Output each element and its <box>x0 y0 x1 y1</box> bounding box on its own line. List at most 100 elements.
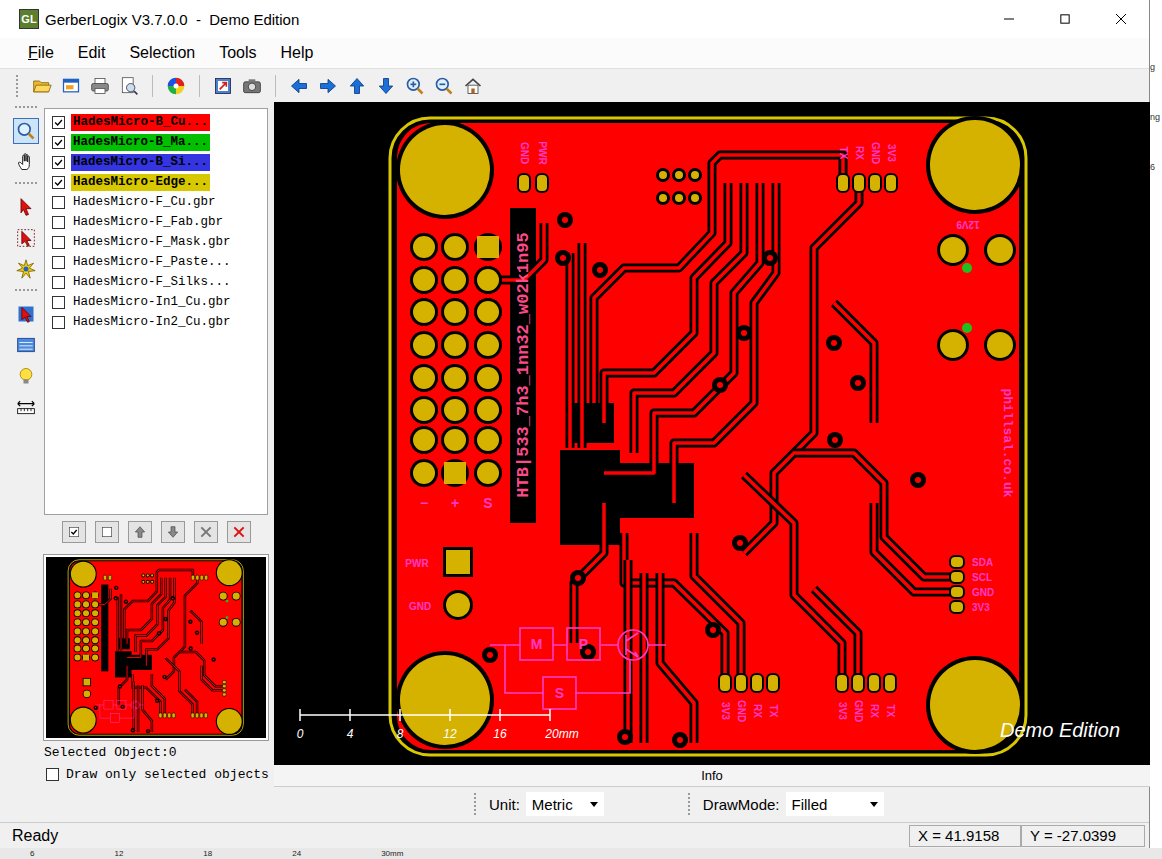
header-pad <box>413 334 435 356</box>
tool-button[interactable] <box>13 256 39 282</box>
tool-strip-handle[interactable] <box>15 182 37 187</box>
layer-button[interactable] <box>194 521 218 543</box>
options-handle[interactable] <box>688 793 693 815</box>
window-title: GerberLogix V3.7.0.0 - Demo Edition <box>45 11 299 28</box>
layer-row[interactable]: HadesMicro-F_Paste... <box>52 252 267 272</box>
tool-button[interactable] <box>13 394 39 420</box>
layer-row[interactable]: HadesMicro-F_Fab.gbr <box>52 212 267 232</box>
logic-block-label: M <box>531 636 543 652</box>
tool-button[interactable] <box>13 332 39 358</box>
layer-row[interactable]: HadesMicro-B_Cu... <box>52 112 267 132</box>
toolbar-button[interactable] <box>88 74 112 98</box>
connector-label: TX <box>885 705 896 718</box>
uncheckall-icon <box>99 524 115 540</box>
background-text: 6 <box>1150 162 1162 172</box>
menu-item[interactable]: File <box>28 44 54 62</box>
toolbar-button[interactable] <box>461 74 485 98</box>
layer-row[interactable]: HadesMicro-F_Silks... <box>52 272 267 292</box>
layer-checkbox[interactable] <box>52 236 65 249</box>
layer-checkbox[interactable] <box>52 156 65 169</box>
tool-button[interactable] <box>13 118 39 144</box>
toolbar-button[interactable] <box>316 74 340 98</box>
layer-row[interactable]: HadesMicro-F_Mask.gbr <box>52 232 267 252</box>
gerber-canvas[interactable]: MPSHTB|533_7h3_1nn32_w02k1n95phillsal.co… <box>274 102 1150 765</box>
menu-item[interactable]: Tools <box>219 44 256 62</box>
layer-button[interactable] <box>62 521 86 543</box>
toolbar-button[interactable] <box>240 74 264 98</box>
layer-button[interactable] <box>161 521 185 543</box>
unit-label: Unit: <box>489 796 520 813</box>
layer-checkbox[interactable] <box>52 256 65 269</box>
header-pad <box>92 601 98 607</box>
scale-label: 0 <box>297 727 304 741</box>
maximize-button[interactable] <box>1037 0 1093 38</box>
connector-label: GND <box>519 142 530 164</box>
menu-item[interactable]: Help <box>281 44 314 62</box>
layer-button[interactable] <box>227 521 251 543</box>
toolbar-button[interactable] <box>432 74 456 98</box>
checkall-icon <box>66 524 82 540</box>
layer-buttons <box>44 515 268 549</box>
background-text: g <box>1150 62 1162 72</box>
tool-button[interactable] <box>13 194 39 220</box>
via <box>189 646 193 650</box>
drawmode-select[interactable]: Filled <box>786 792 884 816</box>
layer-row[interactable]: HadesMicro-In2_Cu.gbr <box>52 312 267 332</box>
tool-button[interactable] <box>13 149 39 175</box>
toolbar-button[interactable] <box>374 74 398 98</box>
layer-checkbox[interactable] <box>52 116 65 129</box>
menu-item[interactable]: Edit <box>78 44 106 62</box>
layer-row[interactable]: HadesMicro-B_Ma... <box>52 132 267 152</box>
layer-button[interactable] <box>128 521 152 543</box>
layer-checkbox[interactable] <box>52 276 65 289</box>
toolbar-button[interactable] <box>30 74 54 98</box>
layer-checkbox[interactable] <box>52 196 65 209</box>
layer-checkbox[interactable] <box>52 136 65 149</box>
minimize-button[interactable] <box>981 0 1037 38</box>
layer-name: HadesMicro-B_Cu... <box>71 114 210 131</box>
draw-only-selected[interactable]: Draw only selected objects <box>44 767 268 782</box>
ruler-label: 6 <box>30 849 34 858</box>
unit-select[interactable]: Metric <box>526 792 604 816</box>
via <box>826 335 842 351</box>
highlight-icon <box>16 259 36 279</box>
tool-button[interactable] <box>13 363 39 389</box>
toolbar-handle[interactable] <box>16 75 21 97</box>
overview-thumbnail[interactable] <box>44 555 268 740</box>
toolbar-button[interactable] <box>164 74 188 98</box>
layer-checkbox[interactable] <box>52 176 65 189</box>
layer-row[interactable]: HadesMicro-B_Si... <box>52 152 267 172</box>
layer-row[interactable]: HadesMicro-F_Cu.gbr <box>52 192 267 212</box>
layer-row[interactable]: HadesMicro-Edge... <box>52 172 267 192</box>
connector-pad <box>222 689 226 692</box>
y-coordinate: Y = -27.0399 <box>1021 825 1145 847</box>
toolbar-button[interactable] <box>403 74 427 98</box>
layer-row[interactable]: HadesMicro-In1_Cu.gbr <box>52 292 267 312</box>
workspace: HadesMicro-B_Cu... HadesMicro-B_Ma... Ha… <box>0 102 1149 822</box>
draw-only-checkbox[interactable] <box>46 768 59 781</box>
toolbar-button[interactable] <box>117 74 141 98</box>
scale-label: 20mm <box>544 727 578 741</box>
toolbar-button[interactable] <box>287 74 311 98</box>
menu-item[interactable]: Selection <box>129 44 195 62</box>
connector-pad <box>196 575 199 580</box>
toolbar-button[interactable] <box>211 74 235 98</box>
connector-pad <box>950 556 964 568</box>
options-handle[interactable] <box>474 793 479 815</box>
connector-pad <box>868 674 880 692</box>
layer-button[interactable] <box>95 521 119 543</box>
app-window: GL GerberLogix V3.7.0.0 - Demo Edition F… <box>0 0 1150 848</box>
tool-button[interactable] <box>13 225 39 251</box>
toolbar-button[interactable] <box>345 74 369 98</box>
layer-checkbox[interactable] <box>52 216 65 229</box>
tool-strip-handle[interactable] <box>15 289 37 294</box>
close-button[interactable] <box>1093 0 1149 38</box>
header-pad <box>74 619 80 625</box>
layer-checkbox[interactable] <box>52 316 65 329</box>
menu-bar: File Edit Selection Tools Help <box>0 38 1149 68</box>
view-column: MPSHTB|533_7h3_1nn32_w02k1n95phillsal.co… <box>274 102 1150 822</box>
tool-button[interactable] <box>13 301 39 327</box>
toolbar-button[interactable] <box>59 74 83 98</box>
tool-strip-handle[interactable] <box>15 106 37 111</box>
layer-checkbox[interactable] <box>52 296 65 309</box>
